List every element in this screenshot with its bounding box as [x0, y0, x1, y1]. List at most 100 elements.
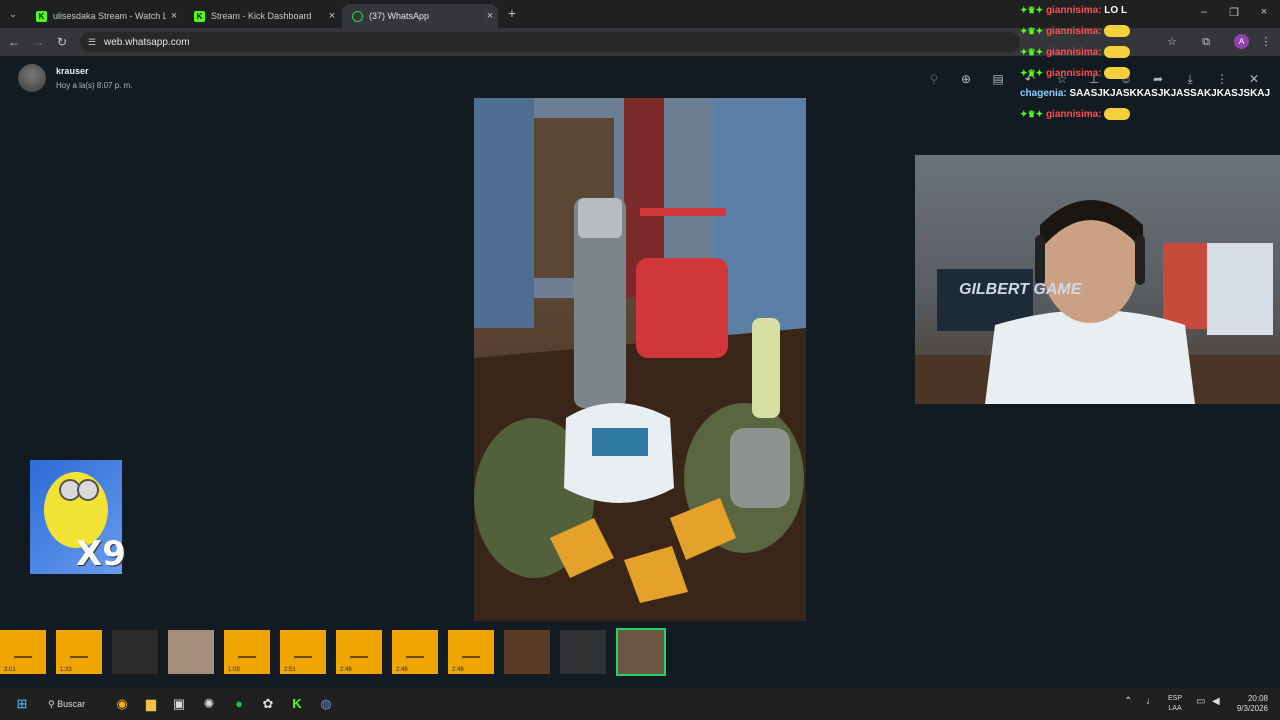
sticker-overlay: X9	[30, 460, 126, 574]
volume-icon[interactable]: ◀	[1212, 696, 1220, 707]
taskbar-clock[interactable]: 20:08 9/3/2026	[1232, 694, 1268, 714]
image-icon	[406, 644, 424, 658]
thumbnail-duration: 2:51	[284, 667, 296, 673]
close-tab-icon[interactable]: ×	[166, 10, 182, 22]
chat-badges-icon: ✦♛✦	[1020, 47, 1044, 57]
thumbnail-audio[interactable]: 1:09	[224, 630, 270, 674]
tab-label: ulisesdaka Stream - Watch Live	[53, 11, 166, 21]
chat-badges-icon: ✦♛✦	[1020, 5, 1044, 15]
app-icon[interactable]: ✿	[260, 696, 276, 712]
thumbnail-audio[interactable]: 2:48	[336, 630, 382, 674]
chat-emote	[1104, 108, 1131, 121]
avatar[interactable]	[18, 64, 46, 92]
tab-label: (37) WhatsApp	[369, 11, 430, 21]
sticker-text: X9	[76, 534, 126, 574]
tab-search-icon[interactable]: ⌄	[6, 7, 20, 21]
photo-scene	[474, 98, 806, 621]
view-in-chat-icon[interactable]: ▤	[990, 71, 1006, 87]
windows-taskbar: ⊞ ⚲ Buscar ◉ ▆ ▣ ✺ ● ✿ K ◍ ⌃ ♩ ESP LAA ▭ …	[0, 688, 1280, 720]
webcam-scene	[915, 200, 1280, 404]
webcam-logo-text: GILBERT GAME	[959, 281, 1082, 298]
thumbnail-image[interactable]	[560, 630, 606, 674]
forward-icon[interactable]: →	[30, 34, 46, 50]
lang-layout: LAA	[1168, 705, 1182, 712]
thumbnail-duration: 2:48	[396, 667, 408, 673]
language-indicator[interactable]: ESP LAA	[1168, 694, 1182, 714]
back-icon[interactable]: ←	[6, 34, 22, 50]
thumbnail-audio[interactable]: 3:01	[0, 630, 46, 674]
stream-chat-overlay: ✦♛✦ giannisima: LO L ✦♛✦ giannisima: ✦♛✦…	[1020, 0, 1280, 125]
chat-message: ✦♛✦ giannisima:	[1020, 42, 1280, 63]
windows-start-icon[interactable]: ⊞	[14, 696, 30, 712]
thumbnail-duration: 1:33	[60, 667, 72, 673]
thumbnail-image[interactable]	[112, 630, 158, 674]
search-icon: ⚲	[48, 699, 55, 709]
tray-chevron-icon[interactable]: ⌃	[1124, 696, 1132, 707]
media-photo[interactable]	[474, 98, 806, 621]
media-thumbnail-strip: 3:01 1:33 1:09 2:51 2:48 2:48 2:48	[0, 628, 1280, 678]
url-text: web.whatsapp.com	[104, 37, 190, 48]
clock-date: 9/3/2026	[1236, 704, 1268, 713]
sender-timestamp: Hoy a la(s) 8:07 p. m.	[56, 81, 133, 90]
sender-name: krauser	[56, 66, 89, 76]
chat-badges-icon: ✦♛✦	[1020, 26, 1044, 36]
chat-emote	[1104, 46, 1131, 59]
chat-username: giannisima:	[1045, 47, 1102, 58]
search-label: Buscar	[57, 699, 86, 709]
kick-icon: K	[36, 10, 47, 22]
image-icon	[294, 644, 312, 658]
image-icon	[462, 644, 480, 658]
chat-message: ✦♛✦ giannisima:	[1020, 63, 1280, 84]
app-icon[interactable]: ▣	[171, 696, 187, 712]
chat-badges-icon: ✦♛✦	[1020, 68, 1044, 78]
chat-emote	[1104, 25, 1131, 38]
image-icon	[350, 644, 368, 658]
thumbnail-audio[interactable]: 2:51	[280, 630, 326, 674]
clock-time: 20:08	[1247, 694, 1268, 703]
close-tab-icon[interactable]: ×	[482, 10, 498, 22]
image-icon	[14, 644, 32, 658]
thumbnail-image-selected[interactable]	[616, 628, 666, 676]
file-explorer-icon[interactable]: ▆	[143, 696, 159, 712]
discord-icon[interactable]: ◍	[318, 696, 334, 712]
whatsapp-icon	[352, 10, 363, 22]
spotify-icon[interactable]: ●	[231, 696, 247, 712]
tab-kick-dashboard[interactable]: K Stream - Kick Dashboard ×	[184, 4, 340, 28]
address-bar[interactable]: ☰ web.whatsapp.com	[80, 32, 1020, 52]
chat-username: chagenia:	[1020, 88, 1067, 99]
tab-label: Stream - Kick Dashboard	[211, 11, 312, 21]
thumbnail-image[interactable]	[168, 630, 214, 674]
chat-username: giannisima:	[1045, 109, 1102, 120]
thumbnail-audio[interactable]: 2:48	[392, 630, 438, 674]
close-tab-icon[interactable]: ×	[324, 10, 340, 22]
tab-whatsapp[interactable]: (37) WhatsApp ×	[342, 4, 498, 28]
microphone-icon[interactable]: ♩	[1146, 696, 1156, 707]
kick-icon[interactable]: K	[289, 696, 305, 712]
tab-kick-stream[interactable]: K ulisesdaka Stream - Watch Live ×	[26, 4, 182, 28]
zoom-in-icon[interactable]: ⊕	[958, 71, 974, 87]
new-tab-button[interactable]: +	[505, 6, 519, 20]
reload-icon[interactable]: ↻	[54, 34, 70, 50]
lang-code: ESP	[1168, 695, 1183, 702]
thumbnail-audio[interactable]: 1:33	[56, 630, 102, 674]
chat-text: LO L	[1104, 5, 1128, 16]
chrome-icon[interactable]: ◉	[114, 696, 130, 712]
image-icon	[238, 644, 256, 658]
site-info-icon[interactable]: ☰	[88, 36, 100, 48]
chat-message: ✦♛✦ giannisima:	[1020, 104, 1280, 125]
thumbnail-duration: 3:01	[4, 667, 16, 673]
chat-text: SAASJKJASKKASJKJASSAKJKASJSKAJ	[1069, 88, 1271, 99]
chat-badges-icon: ✦♛✦	[1020, 109, 1044, 119]
chatgpt-icon[interactable]: ✺	[201, 696, 217, 712]
zoom-out-icon[interactable]: ⚲	[926, 71, 942, 87]
webcam-overlay: GILBERT GAME	[915, 155, 1280, 404]
thumbnail-image[interactable]	[504, 630, 550, 674]
network-icon[interactable]: ▭	[1196, 696, 1205, 707]
thumbnail-duration: 2:48	[340, 667, 352, 673]
chat-username: giannisima:	[1045, 68, 1102, 79]
taskbar-search[interactable]: ⚲ Buscar	[48, 694, 108, 714]
chat-username: giannisima:	[1045, 26, 1102, 37]
chat-message: ✦♛✦ giannisima:	[1020, 21, 1280, 42]
thumbnail-audio[interactable]: 2:48	[448, 630, 494, 674]
chat-emote	[1104, 67, 1131, 80]
